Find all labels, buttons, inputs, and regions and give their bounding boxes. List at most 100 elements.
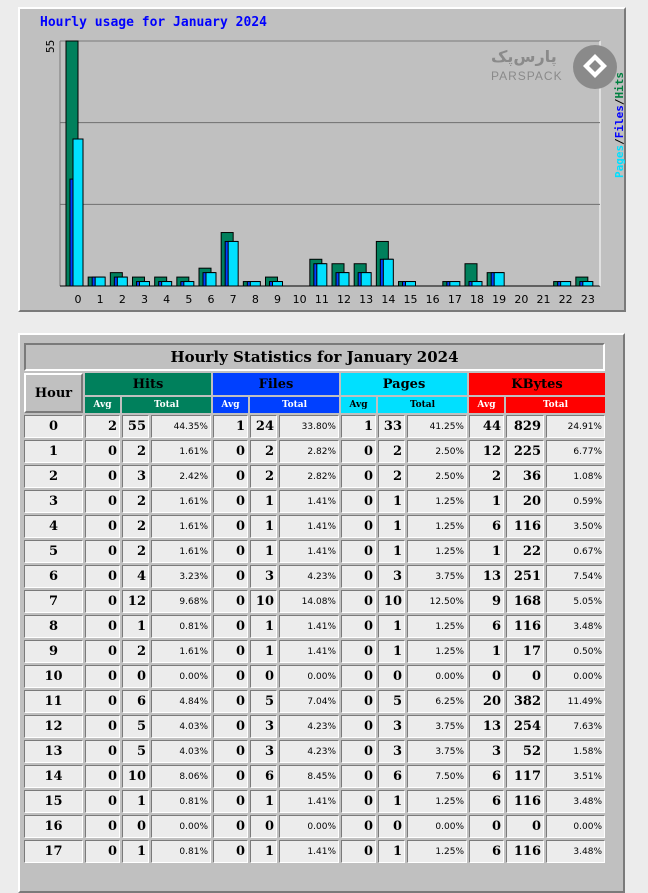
cell-pages-avg: 0 bbox=[341, 615, 376, 638]
cell-hits-avg: 0 bbox=[85, 690, 120, 713]
cell-pages-avg: 0 bbox=[341, 715, 376, 738]
bar-pages bbox=[72, 138, 84, 287]
cell-kbytes-avg: 6 bbox=[469, 515, 504, 538]
cell-files-avg: 0 bbox=[213, 840, 248, 863]
x-tick-label: 8 bbox=[252, 293, 259, 306]
header-kbytes: KBytes bbox=[469, 373, 605, 395]
cell-hour: 14 bbox=[24, 765, 83, 788]
cell-hits-avg: 0 bbox=[85, 590, 120, 613]
table-row: 9 0 2 1.61% 0 1 1.41% 0 1 1.25% 1 17 0.50% bbox=[24, 640, 605, 663]
header-files-avg: Avg bbox=[213, 397, 248, 413]
cell-hits-avg: 0 bbox=[85, 465, 120, 488]
cell-pages-pct: 1.25% bbox=[407, 790, 467, 813]
cell-hits-total: 2 bbox=[122, 515, 149, 538]
cell-hits-total: 5 bbox=[122, 740, 149, 763]
cell-pages-avg: 0 bbox=[341, 465, 376, 488]
cell-pages-total: 1 bbox=[378, 615, 405, 638]
cell-files-total: 1 bbox=[250, 840, 277, 863]
header-files: Files bbox=[213, 373, 339, 395]
cell-kbytes-total: 0 bbox=[506, 815, 544, 838]
cell-pages-avg: 0 bbox=[341, 440, 376, 463]
cell-files-total: 1 bbox=[250, 515, 277, 538]
cell-files-pct: 14.08% bbox=[279, 590, 339, 613]
cell-kbytes-total: 22 bbox=[506, 540, 544, 563]
cell-files-total: 1 bbox=[250, 540, 277, 563]
cell-files-avg: 0 bbox=[213, 790, 248, 813]
cell-hour: 13 bbox=[24, 740, 83, 763]
cell-pages-pct: 7.50% bbox=[407, 765, 467, 788]
bar-pages bbox=[493, 272, 505, 287]
header-kbytes-avg: Avg bbox=[469, 397, 504, 413]
header-hour: Hour bbox=[24, 373, 83, 413]
cell-hour: 5 bbox=[24, 540, 83, 563]
cell-pages-avg: 0 bbox=[341, 815, 376, 838]
cell-hour: 17 bbox=[24, 840, 83, 863]
cell-pages-total: 2 bbox=[378, 465, 405, 488]
bar-pages bbox=[582, 281, 594, 287]
cell-pages-pct: 0.00% bbox=[407, 815, 467, 838]
cell-kbytes-avg: 1 bbox=[469, 640, 504, 663]
cell-hour: 3 bbox=[24, 490, 83, 513]
bar-pages bbox=[471, 281, 483, 287]
x-tick-label: 19 bbox=[492, 293, 506, 306]
table-row: 1 0 2 1.61% 0 2 2.82% 0 2 2.50% 12 225 6.77% bbox=[24, 440, 605, 463]
cell-hits-avg: 0 bbox=[85, 765, 120, 788]
cell-pages-avg: 0 bbox=[341, 540, 376, 563]
hourly-statistics-panel: Hourly Statistics for January 2024 Hour … bbox=[18, 333, 625, 893]
cell-hits-total: 1 bbox=[122, 790, 149, 813]
cell-hits-pct: 1.61% bbox=[151, 640, 211, 663]
legend-hits: Hits bbox=[613, 72, 626, 99]
x-tick-label: 11 bbox=[315, 293, 329, 306]
table-title: Hourly Statistics for January 2024 bbox=[24, 343, 605, 371]
cell-pages-avg: 1 bbox=[341, 415, 376, 438]
cell-hour: 10 bbox=[24, 665, 83, 688]
cell-hour: 4 bbox=[24, 515, 83, 538]
cell-hits-total: 2 bbox=[122, 440, 149, 463]
cell-pages-pct: 3.75% bbox=[407, 565, 467, 588]
cell-hits-pct: 9.68% bbox=[151, 590, 211, 613]
table-row: 8 0 1 0.81% 0 1 1.41% 0 1 1.25% 6 116 3.48% bbox=[24, 615, 605, 638]
cell-kbytes-pct: 0.00% bbox=[546, 815, 605, 838]
bar-pages bbox=[405, 281, 416, 287]
cell-pages-pct: 0.00% bbox=[407, 665, 467, 688]
cell-pages-total: 2 bbox=[378, 440, 405, 463]
cell-kbytes-total: 117 bbox=[506, 765, 544, 788]
cell-kbytes-total: 0 bbox=[506, 665, 544, 688]
x-tick-label: 17 bbox=[448, 293, 462, 306]
cell-files-avg: 0 bbox=[213, 615, 248, 638]
cell-files-avg: 0 bbox=[213, 715, 248, 738]
cell-hits-total: 12 bbox=[122, 590, 149, 613]
cell-kbytes-pct: 0.59% bbox=[546, 490, 605, 513]
table-row: 17 0 1 0.81% 0 1 1.41% 0 1 1.25% 6 116 3.48% bbox=[24, 840, 605, 863]
header-pages: Pages bbox=[341, 373, 467, 395]
header-pages-avg: Avg bbox=[341, 397, 376, 413]
x-tick-label: 18 bbox=[470, 293, 484, 306]
cell-pages-total: 6 bbox=[378, 765, 405, 788]
cell-hits-avg: 0 bbox=[85, 790, 120, 813]
cell-kbytes-pct: 6.77% bbox=[546, 440, 605, 463]
cell-hits-avg: 2 bbox=[85, 415, 120, 438]
cell-kbytes-pct: 3.51% bbox=[546, 765, 605, 788]
cell-hits-pct: 1.61% bbox=[151, 540, 211, 563]
cell-pages-total: 1 bbox=[378, 640, 405, 663]
cell-hour: 6 bbox=[24, 565, 83, 588]
cell-kbytes-total: 20 bbox=[506, 490, 544, 513]
cell-files-total: 1 bbox=[250, 640, 277, 663]
cell-pages-total: 33 bbox=[378, 415, 405, 438]
cell-files-avg: 0 bbox=[213, 440, 248, 463]
cell-files-pct: 1.41% bbox=[279, 840, 339, 863]
cell-hour: 9 bbox=[24, 640, 83, 663]
cell-hits-total: 1 bbox=[122, 615, 149, 638]
cell-pages-total: 0 bbox=[378, 665, 405, 688]
cell-hits-avg: 0 bbox=[85, 740, 120, 763]
cell-files-pct: 33.80% bbox=[279, 415, 339, 438]
header-hits: Hits bbox=[85, 373, 211, 395]
cell-pages-avg: 0 bbox=[341, 640, 376, 663]
cell-files-total: 3 bbox=[250, 565, 277, 588]
hourly-usage-chart-panel: Hourly usage for January 2024 55 0 1 2 3 4 5 6 7… bbox=[18, 7, 626, 312]
header-hits-avg: Avg bbox=[85, 397, 120, 413]
cell-files-pct: 8.45% bbox=[279, 765, 339, 788]
cell-hits-total: 5 bbox=[122, 715, 149, 738]
table-row: 11 0 6 4.84% 0 5 7.04% 0 5 6.25% 20 382 11.49% bbox=[24, 690, 605, 713]
cell-pages-pct: 1.25% bbox=[407, 840, 467, 863]
